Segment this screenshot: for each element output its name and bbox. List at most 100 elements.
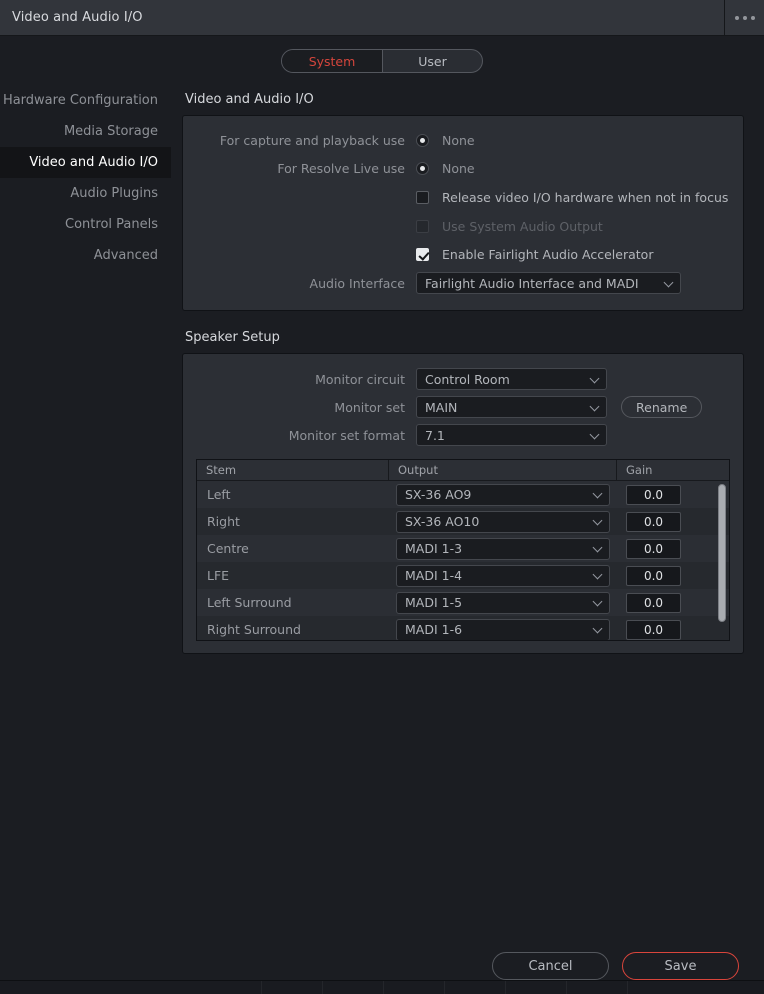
cell-gain: 0.0 [617, 511, 729, 532]
window-title-bar: Video and Audio I/O [0, 0, 764, 36]
cell-gain: 0.0 [617, 565, 729, 586]
dropdown-output[interactable]: MADI 1-3 [396, 537, 610, 560]
dropdown-output-value: MADI 1-5 [405, 595, 463, 610]
panel-speaker-setup: Monitor circuit Control Room Monitor set… [182, 353, 744, 654]
tab-system[interactable]: System [282, 50, 382, 72]
dropdown-output[interactable]: MADI 1-5 [396, 591, 610, 614]
scope-toggle: System User [0, 49, 764, 73]
cell-output: SX-36 AO10 [389, 510, 617, 533]
gain-input[interactable]: 0.0 [626, 511, 681, 532]
status-bar-divider [383, 981, 384, 994]
gain-input[interactable]: 0.0 [626, 565, 681, 586]
checkbox-enable-fairlight-audio-accelerator[interactable] [416, 247, 429, 261]
gain-input[interactable]: 0.0 [626, 592, 681, 613]
rename-button[interactable]: Rename [621, 396, 703, 418]
status-bar-divider [261, 981, 262, 994]
radio-dot [420, 165, 425, 171]
radio-capture-playback[interactable] [416, 133, 429, 147]
panel-video-audio-io: For capture and playback use None For Re… [182, 115, 744, 311]
gain-input[interactable]: 0.0 [626, 619, 681, 640]
cell-stem: LFE [207, 568, 230, 583]
chevron-down-icon [592, 623, 603, 634]
sidebar-item-hardware-configuration[interactable]: Hardware Configuration [0, 85, 171, 116]
cell-output: MADI 1-5 [389, 591, 617, 614]
label-enable-fairlight-audio-accelerator: Enable Fairlight Audio Accelerator [442, 246, 654, 262]
gain-input[interactable]: 0.0 [626, 538, 681, 559]
cell-stem: Centre [207, 541, 249, 556]
status-bar-divider [566, 981, 567, 994]
dropdown-monitor-set-value: MAIN [425, 399, 458, 415]
value-capture-playback: None [442, 132, 475, 148]
dropdown-monitor-circuit[interactable]: Control Room [416, 368, 607, 390]
chevron-down-icon [592, 542, 603, 553]
cell-stem: Left Surround [207, 595, 292, 610]
dropdown-output[interactable]: SX-36 AO9 [396, 483, 610, 506]
dialog-footer: Cancel Save [0, 952, 764, 980]
column-header-output: Output [389, 460, 617, 480]
label-release-hardware: Release video I/O hardware when not in f… [442, 189, 729, 205]
chevron-down-icon [592, 515, 603, 526]
tab-user[interactable]: User [382, 50, 482, 72]
label-audio-interface: Audio Interface [309, 275, 405, 291]
cell-gain: 0.0 [617, 538, 729, 559]
chevron-down-icon [663, 277, 674, 287]
checkbox-use-system-audio-output [416, 219, 429, 233]
gain-input[interactable]: 0.0 [626, 484, 681, 505]
sidebar-item-control-panels[interactable]: Control Panels [0, 209, 171, 240]
chevron-down-icon [589, 401, 600, 411]
row-enable-fairlight: Enable Fairlight Audio Accelerator [183, 240, 743, 268]
section-title-speaker-setup: Speaker Setup [185, 330, 280, 345]
column-header-gain: Gain [626, 463, 653, 477]
table-scrollbar-thumb[interactable] [718, 484, 726, 622]
cancel-button[interactable]: Cancel [492, 952, 609, 980]
sidebar-item-advanced[interactable]: Advanced [0, 240, 171, 271]
dropdown-output[interactable]: SX-36 AO10 [396, 510, 610, 533]
dropdown-output-value: MADI 1-4 [405, 568, 463, 583]
cell-output: MADI 1-3 [389, 537, 617, 560]
save-button[interactable]: Save [622, 952, 739, 980]
dropdown-monitor-set[interactable]: MAIN [416, 396, 607, 418]
dropdown-output[interactable]: MADI 1-4 [396, 564, 610, 587]
dropdown-output[interactable]: MADI 1-6 [396, 618, 610, 640]
ellipsis-dot [750, 15, 755, 20]
label-monitor-set-format: Monitor set format [288, 427, 405, 443]
row-capture-playback: For capture and playback use None [183, 126, 743, 154]
dropdown-output-value: MADI 1-3 [405, 541, 463, 556]
ellipsis-dot [742, 15, 747, 20]
checkbox-release-hardware[interactable] [416, 190, 429, 204]
dropdown-audio-interface[interactable]: Fairlight Audio Interface and MADI [416, 272, 681, 294]
cell-output: MADI 1-4 [389, 564, 617, 587]
cell-gain: 0.0 [617, 592, 729, 613]
row-use-system-audio: Use System Audio Output [183, 212, 743, 240]
dropdown-monitor-set-format[interactable]: 7.1 [416, 424, 607, 446]
table-row: Right SX-36 AO10 0.0 [197, 508, 729, 535]
sidebar-item-audio-plugins[interactable]: Audio Plugins [0, 178, 171, 209]
sidebar-item-video-and-audio-io[interactable]: Video and Audio I/O [0, 147, 171, 178]
sidebar-item-media-storage[interactable]: Media Storage [0, 116, 171, 147]
cell-stem: Right [207, 514, 240, 529]
label-monitor-circuit: Monitor circuit [315, 371, 405, 387]
column-header-stem: Stem [197, 460, 389, 480]
speaker-routing-table: Stem Output Gain Left SX-36 AO9 0.0 Righ… [196, 459, 730, 641]
cell-stem: Left [207, 487, 231, 502]
status-bar-divider [444, 981, 445, 994]
radio-resolve-live[interactable] [416, 161, 429, 175]
status-bar-divider [505, 981, 506, 994]
ellipsis-dot [734, 15, 739, 20]
chevron-down-icon [589, 373, 600, 383]
ellipsis-icon[interactable] [724, 0, 764, 35]
row-release-hardware: Release video I/O hardware when not in f… [183, 182, 743, 212]
dropdown-audio-interface-value: Fairlight Audio Interface and MADI [425, 275, 639, 291]
row-monitor-circuit: Monitor circuit Control Room [183, 365, 743, 393]
row-audio-interface: Audio Interface Fairlight Audio Interfac… [183, 268, 743, 298]
label-resolve-live: For Resolve Live use [277, 160, 405, 176]
dropdown-monitor-set-format-value: 7.1 [425, 427, 445, 443]
table-header: Stem Output Gain [197, 460, 729, 481]
row-resolve-live: For Resolve Live use None [183, 154, 743, 182]
radio-dot [420, 137, 425, 143]
cell-output: MADI 1-6 [389, 618, 617, 640]
label-monitor-set: Monitor set [334, 399, 405, 415]
chevron-down-icon [592, 569, 603, 580]
bottom-status-bar [0, 980, 764, 994]
table-row: LFE MADI 1-4 0.0 [197, 562, 729, 589]
